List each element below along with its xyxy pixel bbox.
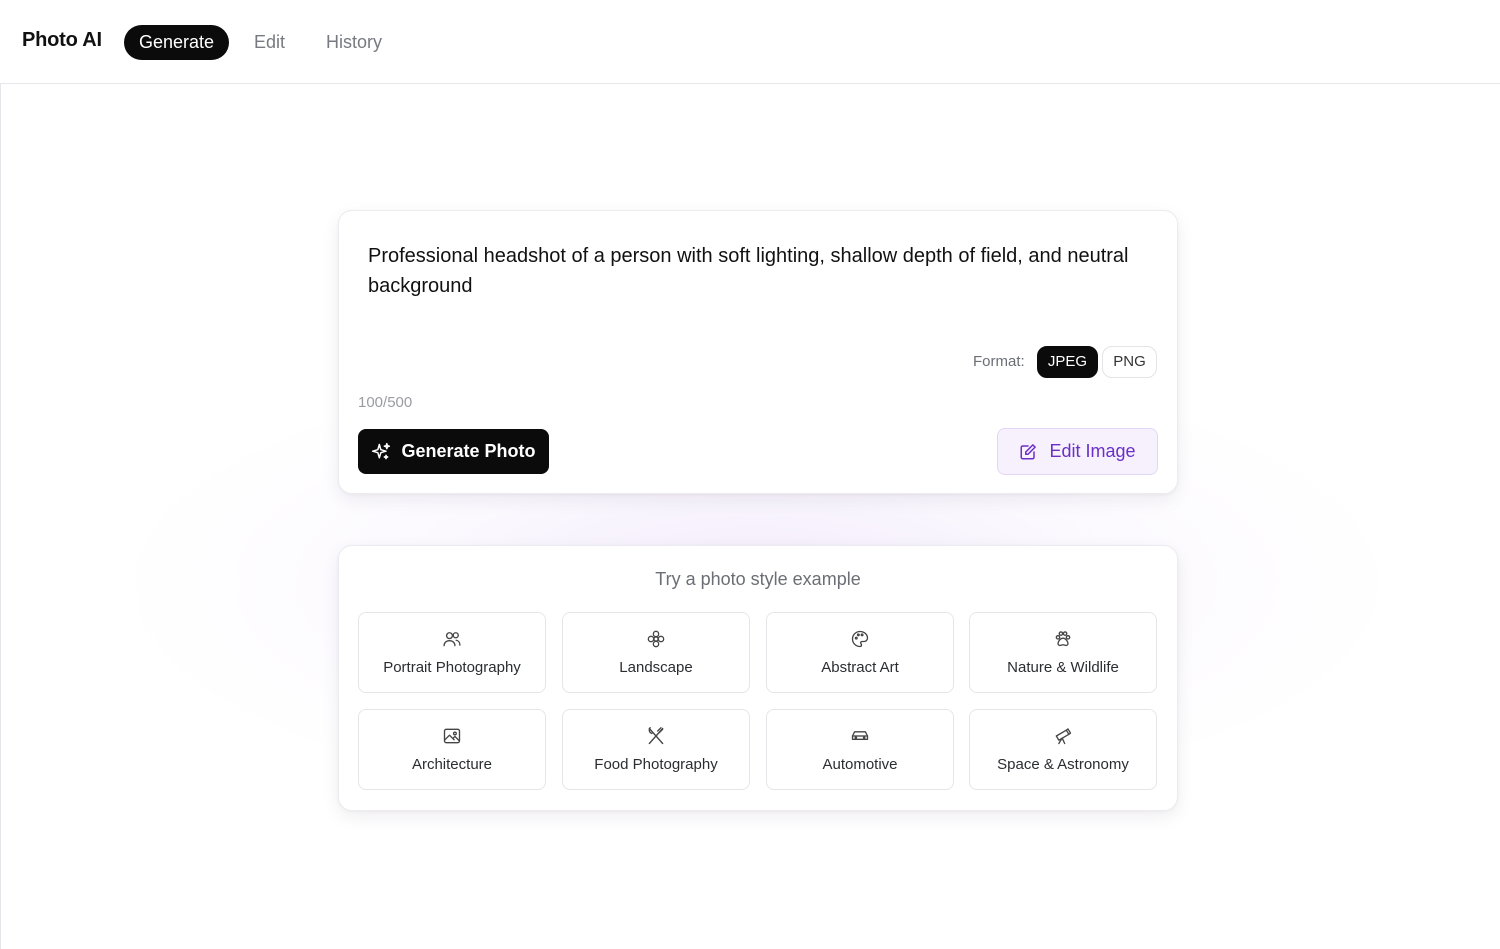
example-architecture[interactable]: Architecture <box>358 709 546 790</box>
prompt-card: Format: JPEG PNG 100/500 Generate Photo … <box>338 210 1178 494</box>
example-label: Portrait Photography <box>383 659 521 676</box>
example-label: Food Photography <box>594 756 718 773</box>
format-label: Format: <box>973 353 1025 370</box>
example-automotive[interactable]: Automotive <box>766 709 954 790</box>
sparkles-icon <box>371 442 391 462</box>
generate-photo-button[interactable]: Generate Photo <box>358 429 549 474</box>
format-png-button[interactable]: PNG <box>1102 346 1157 378</box>
example-landscape[interactable]: Landscape <box>562 612 750 693</box>
top-nav: Photo AI Generate Edit History <box>0 0 1500 84</box>
example-food-photography[interactable]: Food Photography <box>562 709 750 790</box>
edit-image-button[interactable]: Edit Image <box>997 428 1158 475</box>
tab-generate[interactable]: Generate <box>124 25 230 60</box>
format-jpeg-button[interactable]: JPEG <box>1037 346 1098 378</box>
flower-icon <box>563 629 749 649</box>
example-label: Nature & Wildlife <box>1007 659 1119 676</box>
edit-icon <box>1019 443 1037 461</box>
example-label: Architecture <box>411 756 493 773</box>
example-portrait-photography[interactable]: Portrait Photography <box>358 612 546 693</box>
prompt-input[interactable] <box>368 241 1148 331</box>
tab-history[interactable]: History <box>326 25 382 60</box>
character-count: 100/500 <box>358 394 413 411</box>
examples-title: Try a photo style example <box>655 569 861 589</box>
car-icon <box>767 726 953 746</box>
example-label: Landscape <box>619 659 693 676</box>
generate-photo-label: Generate Photo <box>401 441 536 461</box>
telescope-icon <box>970 726 1156 746</box>
utensils-icon <box>563 726 749 746</box>
example-label: Space & Astronomy <box>997 756 1129 773</box>
example-nature-wildlife[interactable]: Nature & Wildlife <box>969 612 1157 693</box>
users-icon <box>359 629 545 649</box>
tab-edit[interactable]: Edit <box>254 25 285 60</box>
example-label: Automotive <box>822 756 898 773</box>
window-edge <box>0 0 1 949</box>
image-icon <box>359 726 545 746</box>
example-abstract-art[interactable]: Abstract Art <box>766 612 954 693</box>
example-space-astronomy[interactable]: Space & Astronomy <box>969 709 1157 790</box>
example-label: Abstract Art <box>821 659 899 676</box>
palette-icon <box>767 629 953 649</box>
app-brand: Photo AI <box>22 29 102 51</box>
paw-icon <box>970 629 1156 649</box>
examples-card: Try a photo style example Portrait Photo… <box>338 545 1178 811</box>
edit-image-label: Edit Image <box>1049 441 1136 461</box>
